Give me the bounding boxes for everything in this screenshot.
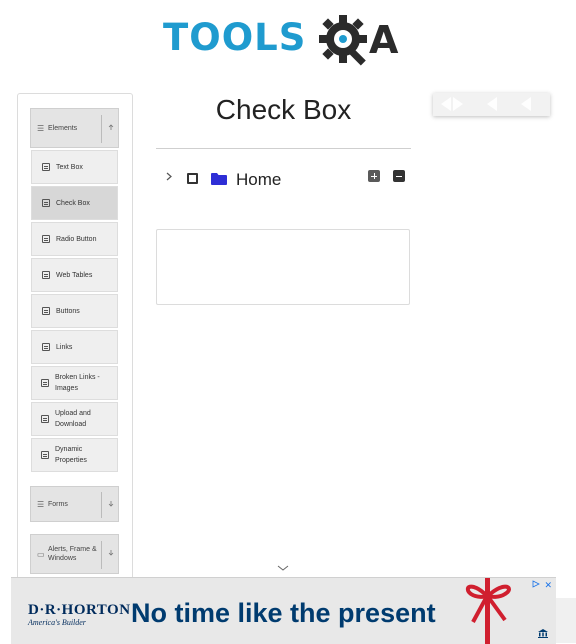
sidebar-item-label: Buttons	[56, 307, 80, 315]
sidebar-item-buttons[interactable]: Buttons	[31, 294, 118, 328]
title-divider	[156, 148, 411, 149]
chevron-down-icon	[108, 550, 114, 556]
site-logo[interactable]: TOOLS A	[163, 12, 408, 70]
ad-headline: No time like the present	[131, 598, 436, 628]
html5-icon	[42, 235, 50, 243]
result-panel	[156, 229, 410, 305]
list-icon: ☰	[37, 123, 45, 133]
ad-brand-name: D·R·HORTON	[28, 602, 131, 618]
sidebar-item-label: Dynamic Properties	[55, 446, 87, 464]
side-ad-placeholder[interactable]	[433, 93, 550, 116]
ad-arrows-icon	[441, 97, 531, 111]
group-divider	[101, 541, 102, 569]
sidebar-item-broken-links-images[interactable]: Broken Links - Images	[31, 366, 118, 400]
close-icon[interactable]: ✕	[544, 580, 552, 591]
html5-icon	[41, 451, 49, 459]
sidebar-item-label: Upload and Download	[55, 410, 91, 428]
chevron-up-icon	[108, 124, 114, 130]
sidebar-group-label: Elements	[48, 124, 78, 132]
chevron-right-icon[interactable]	[164, 172, 173, 181]
page-title: Check Box	[215, 94, 352, 125]
html5-icon	[42, 163, 50, 171]
logo-letter-a: A	[369, 18, 399, 62]
tree-node-home: Home	[162, 166, 412, 194]
sidebar-group-elements[interactable]: ☰ Elements	[30, 108, 119, 148]
logo-wordmark: TOOLS	[163, 16, 307, 59]
sidebar-group-label: Alerts, Frame & Windows	[48, 546, 97, 562]
sidebar-item-dynamic-properties[interactable]: Dynamic Properties	[31, 438, 118, 472]
home-checkbox[interactable]	[187, 173, 198, 184]
bottom-ad-banner[interactable]: D·R·HORTON America's Builder No time lik…	[11, 577, 556, 644]
group-divider	[101, 492, 102, 518]
list-icon: ☰	[37, 499, 45, 509]
sidebar-item-label: Links	[56, 343, 73, 351]
gear-q-icon	[319, 15, 367, 66]
sidebar-item-radio-button[interactable]: Radio Button	[31, 222, 118, 256]
html5-icon	[42, 199, 50, 207]
html5-icon	[41, 379, 49, 387]
sidebar-group-alerts-frame-windows[interactable]: ▭ Alerts, Frame & Windows	[30, 534, 119, 574]
ad-choices-icon[interactable]	[532, 580, 540, 588]
window-icon: ▭	[37, 549, 45, 559]
sidebar-item-label: Broken Links - Images	[55, 374, 100, 392]
chevron-down-icon[interactable]	[277, 563, 289, 573]
ad-side-gap	[556, 598, 576, 643]
sidebar-item-text-box[interactable]: Text Box	[31, 150, 118, 184]
minus-square-icon[interactable]	[393, 170, 405, 182]
sidebar-item-label: Check Box	[56, 199, 90, 207]
left-sidebar: ☰ Elements Text Box Check Box Radio Butt…	[17, 93, 133, 595]
sidebar-item-links[interactable]: Links	[31, 330, 118, 364]
sidebar-item-label: Radio Button	[56, 235, 97, 243]
html5-icon	[42, 271, 50, 279]
folder-icon	[211, 173, 227, 185]
sidebar-group-forms[interactable]: ☰ Forms	[30, 486, 119, 522]
sidebar-group-label: Forms	[48, 500, 68, 508]
ad-brand-tagline: America's Builder	[28, 618, 86, 627]
gift-ribbon-icon	[465, 578, 511, 644]
sidebar-item-web-tables[interactable]: Web Tables	[31, 258, 118, 292]
sidebar-item-upload-and-download[interactable]: Upload and Download	[31, 402, 118, 436]
html5-icon	[42, 307, 50, 315]
plus-square-icon[interactable]	[368, 170, 380, 182]
tree-node-label[interactable]: Home	[236, 170, 281, 190]
sidebar-item-label: Text Box	[56, 163, 83, 171]
html5-icon	[41, 415, 49, 423]
html5-icon	[42, 343, 50, 351]
ad-brand-logo: D·R·HORTON America's Builder	[28, 602, 131, 627]
chevron-down-icon	[108, 501, 114, 507]
bank-icon	[538, 629, 548, 638]
group-divider	[101, 115, 102, 143]
sidebar-item-label: Web Tables	[56, 271, 93, 279]
sidebar-item-check-box[interactable]: Check Box	[31, 186, 118, 220]
